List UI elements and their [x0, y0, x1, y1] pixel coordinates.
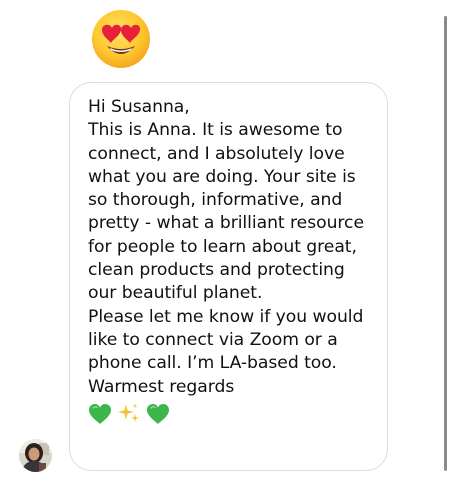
message-line: Please let me know if you would: [88, 306, 364, 327]
green-heart-icon: [146, 403, 170, 425]
closing-emoji-row: [88, 402, 377, 426]
message-line: This is Anna. It is awesome to: [88, 120, 343, 141]
dm-conversation-view: Hi Susanna, This is Anna. It is awesome …: [0, 0, 452, 482]
message-line: what you are doing. Your site is: [88, 166, 356, 187]
message-line: so thorough, informative, and: [88, 190, 343, 211]
heart-eyes-emoji-icon[interactable]: [90, 8, 152, 70]
sparkles-icon: [117, 402, 141, 426]
message-line: Hi Susanna,: [88, 97, 190, 117]
scrollbar[interactable]: [444, 16, 447, 471]
message-line: our beautiful planet.: [88, 283, 263, 304]
message-bubble[interactable]: Hi Susanna, This is Anna. It is awesome …: [69, 82, 388, 471]
message-line: connect, and I absolutely love: [88, 143, 345, 164]
message-line: phone call. I’m LA-based too.: [88, 353, 337, 374]
message-line: clean products and protecting: [88, 260, 345, 281]
green-heart-icon: [88, 403, 112, 425]
message-line: for people to learn about great,: [88, 236, 357, 257]
message-line: Warmest regards: [88, 376, 235, 397]
sender-avatar[interactable]: [19, 439, 52, 472]
message-line: pretty - what a brilliant resource: [88, 213, 364, 234]
message-line: like to connect via Zoom or a: [88, 329, 338, 350]
